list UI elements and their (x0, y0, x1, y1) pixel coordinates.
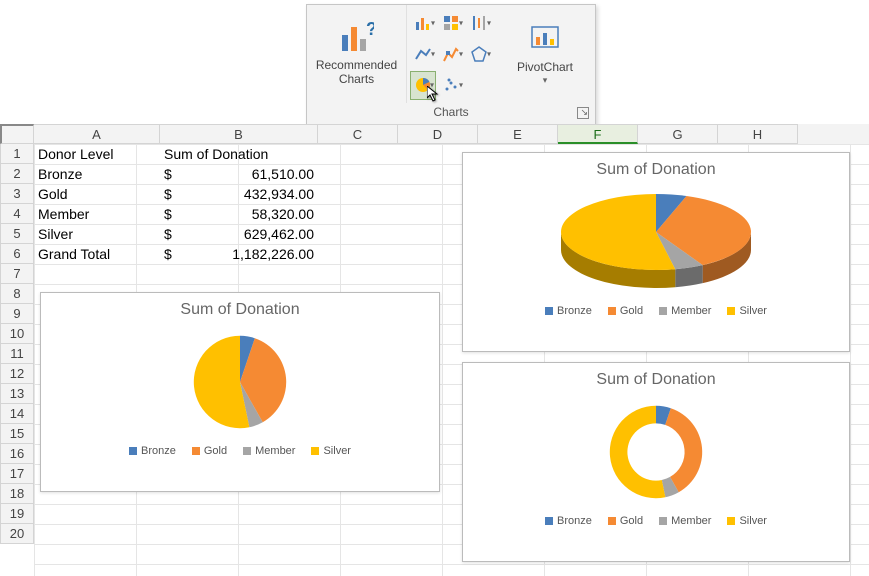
cell-B1[interactable]: Sum of Donation (160, 144, 318, 164)
cell-B6[interactable]: 1,182,226.00 (160, 244, 318, 264)
col-header-C[interactable]: C (318, 124, 398, 144)
cell-A1[interactable]: Donor Level (34, 144, 160, 164)
scatter-chart-button[interactable]: ▾ (438, 71, 464, 100)
cell-B2[interactable]: 61,510.00 (160, 164, 318, 184)
ribbon-row: ? Recommended Charts ▾ ▾ ▾ ▾ ▾ ▾ ▾ ▾ Piv… (307, 5, 595, 103)
pivotchart-label: PivotChart (517, 61, 573, 75)
row-header-4[interactable]: 4 (0, 204, 34, 224)
cell-A3[interactable]: Gold (34, 184, 160, 204)
column-headers: ABCDEFGH (0, 124, 869, 144)
chart-pie-3d[interactable]: Sum of Donation Bronze Gold Member Silver (462, 152, 850, 352)
row-header-3[interactable]: 3 (0, 184, 34, 204)
legend-item-silver: Silver (311, 445, 351, 457)
pie-chart-area (41, 323, 439, 441)
select-all-cell[interactable] (0, 124, 34, 144)
mini-empty (466, 71, 492, 100)
cell-A2[interactable]: Bronze (34, 164, 160, 184)
row-header-20[interactable]: 20 (0, 524, 34, 544)
stock-chart-button[interactable]: ▾ (466, 8, 492, 37)
legend-item-silver: Silver (727, 305, 767, 317)
col-header-H[interactable]: H (718, 124, 798, 144)
legend-item-gold: Gold (608, 305, 643, 317)
row-header-13[interactable]: 13 (0, 384, 34, 404)
legend-item-bronze: Bronze (545, 515, 592, 527)
col-header-D[interactable]: D (398, 124, 478, 144)
pie-3d-svg (546, 187, 766, 297)
row-header-18[interactable]: 18 (0, 484, 34, 504)
recommended-charts-button[interactable]: ? Recommended Charts (307, 5, 407, 103)
cell-A5[interactable]: Silver (34, 224, 160, 244)
svg-text:?: ? (366, 21, 374, 39)
line-chart-button[interactable]: ▾ (410, 39, 436, 68)
cell-A4[interactable]: Member (34, 204, 160, 224)
ribbon-charts-group: ? Recommended Charts ▾ ▾ ▾ ▾ ▾ ▾ ▾ ▾ Piv… (306, 4, 596, 126)
ribbon-group-text: Charts (433, 105, 468, 119)
legend-item-bronze: Bronze (545, 305, 592, 317)
row-headers: 1234567891011121314151617181920 (0, 144, 34, 576)
pivotchart-button[interactable]: PivotChart ▾ (495, 5, 595, 103)
row-header-16[interactable]: 16 (0, 444, 34, 464)
pie-chart-button[interactable]: ▾ (410, 71, 436, 100)
chart-title: Sum of Donation (41, 293, 439, 323)
col-header-B[interactable]: B (160, 124, 318, 144)
row-header-5[interactable]: 5 (0, 224, 34, 244)
statistic-chart-button[interactable]: ▾ (438, 39, 464, 68)
recommended-charts-label: Recommended Charts (316, 59, 397, 87)
cell-B5[interactable]: 629,462.00 (160, 224, 318, 244)
row-header-9[interactable]: 9 (0, 304, 34, 324)
recommended-charts-icon: ? (340, 21, 374, 59)
legend-item-gold: Gold (192, 445, 227, 457)
cell-B3[interactable]: 432,934.00 (160, 184, 318, 204)
row-header-6[interactable]: 6 (0, 244, 34, 264)
col-header-A[interactable]: A (34, 124, 160, 144)
row-header-1[interactable]: 1 (0, 144, 34, 164)
col-header-E[interactable]: E (478, 124, 558, 144)
legend-item-member: Member (659, 305, 711, 317)
worksheet: 1234567891011121314151617181920 Donor Le… (0, 144, 869, 576)
chart-legend: Bronze Gold Member Silver (463, 301, 849, 326)
cell-A6[interactable]: Grand Total (34, 244, 160, 264)
cell-grid[interactable]: Donor LevelSum of DonationBronze$61,510.… (34, 144, 869, 576)
legend-item-silver: Silver (727, 515, 767, 527)
row-header-10[interactable]: 10 (0, 324, 34, 344)
col-header-F[interactable]: F (558, 124, 638, 144)
row-header-15[interactable]: 15 (0, 424, 34, 444)
chart-legend: Bronze Gold Member Silver (463, 511, 849, 536)
row-header-17[interactable]: 17 (0, 464, 34, 484)
legend-item-gold: Gold (608, 515, 643, 527)
row-header-19[interactable]: 19 (0, 504, 34, 524)
pivotchart-icon (528, 23, 562, 61)
hierarchy-chart-button[interactable]: ▾ (438, 8, 464, 37)
chart-legend: Bronze Gold Member Silver (41, 441, 439, 466)
col-header-G[interactable]: G (638, 124, 718, 144)
column-chart-button[interactable]: ▾ (410, 8, 436, 37)
pie-2d-svg (185, 327, 295, 437)
pie-chart-area (463, 393, 849, 511)
radar-chart-button[interactable]: ▾ (466, 39, 492, 68)
legend-item-member: Member (659, 515, 711, 527)
cell-B4[interactable]: 58,320.00 (160, 204, 318, 224)
row-header-7[interactable]: 7 (0, 264, 34, 284)
legend-item-member: Member (243, 445, 295, 457)
chart-doughnut[interactable]: Sum of Donation Bronze Gold Member Silver (462, 362, 850, 562)
row-header-11[interactable]: 11 (0, 344, 34, 364)
ribbon-group-label: Charts ↘ (307, 103, 595, 125)
legend-item-bronze: Bronze (129, 445, 176, 457)
chart-title: Sum of Donation (463, 153, 849, 183)
pie-chart-area (463, 183, 849, 301)
row-header-2[interactable]: 2 (0, 164, 34, 184)
row-header-12[interactable]: 12 (0, 364, 34, 384)
chevron-down-icon: ▾ (543, 75, 548, 85)
row-header-8[interactable]: 8 (0, 284, 34, 304)
chart-type-grid: ▾ ▾ ▾ ▾ ▾ ▾ ▾ ▾ (407, 5, 495, 103)
dialog-launcher-icon[interactable]: ↘ (577, 107, 589, 119)
row-header-14[interactable]: 14 (0, 404, 34, 424)
chart-title: Sum of Donation (463, 363, 849, 393)
chart-pie-2d[interactable]: Sum of Donation Bronze Gold Member Silver (40, 292, 440, 492)
doughnut-svg (601, 397, 711, 507)
